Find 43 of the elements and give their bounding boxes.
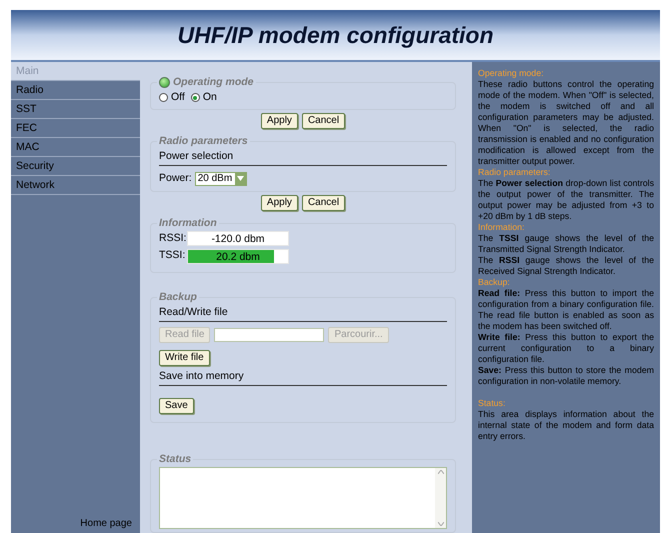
section-legend: Status [159, 452, 192, 466]
cancel-button[interactable]: Cancel [302, 112, 346, 129]
scrollbar[interactable] [435, 468, 446, 528]
mode-radio[interactable]: On [190, 90, 217, 106]
help-paragraph: The TSSI gauge shows the level of the Transmitted Signal Strength Indicator. [478, 233, 654, 255]
help-paragraph: These radio buttons control the operating mode of the modem. When "Off" is selected, the modem is switched off and all configuration parameters may be adjusted. When "On" is selected, the radio transmission is enabled and no configuration modification is allowed except from the transmitter output power. [478, 79, 654, 167]
help-paragraph: Read file: Press this button to import the configuration from a binary configuration file. The read file button is enabled as soon as the modem has been switched off. [478, 288, 654, 332]
gauge-label: RSSI: [159, 230, 185, 246]
help-paragraph: The RSSI gauge shows the level of the Received Signal Strength Indicator. [478, 255, 654, 277]
file-path-field[interactable] [214, 328, 324, 342]
section-legend: Radio parameters [159, 134, 248, 148]
section-heading: Save into memory [159, 368, 447, 386]
write-file-button[interactable]: Write file [159, 350, 210, 366]
page-title: UHF/IP modem configuration [177, 20, 494, 50]
apply-button[interactable]: Apply [260, 194, 298, 210]
help-heading: Backup: [478, 277, 511, 288]
cancel-button[interactable]: Cancel [302, 194, 346, 210]
gauge-label: TSSI: [159, 248, 185, 264]
chevron-down-icon [235, 172, 246, 185]
gauge-reading: -120.0 dbm [210, 232, 266, 245]
section-heading: Read/Write file [159, 304, 447, 322]
scroll-down-icon[interactable] [438, 522, 444, 526]
section-legend: Operating mode [173, 75, 254, 89]
help-paragraph: The Power selection drop-down list controls the output power of the transmitter. The output power may be adjusted from +3 to +20 dBm by 1 dB steps. [478, 178, 654, 222]
help-heading: Operating mode: [478, 68, 545, 79]
section-legend: Backup [159, 290, 197, 304]
help-heading: Information: [478, 222, 526, 233]
help-paragraph: This area displays information about the internal state of the modem and form data entry errors. [478, 409, 654, 442]
section-legend: Information [159, 216, 217, 230]
power-label: Power: [159, 170, 192, 186]
help-paragraph: Write file: Press this button to export the current configuration to a binary configuration file. [478, 332, 654, 365]
help-heading: Radio parameters: [478, 167, 552, 178]
help-heading: Status: [478, 398, 506, 409]
help-paragraph: Save: Press this button to store the modem configuration in non-volatile memory. [478, 365, 654, 387]
save-button[interactable]: Save [159, 398, 194, 414]
section-heading: Power selection [159, 148, 447, 166]
apply-button[interactable]: Apply [260, 112, 298, 129]
gauge-reading: 20.2 dbm [215, 250, 261, 263]
scroll-up-icon[interactable] [438, 470, 444, 474]
mode-radio[interactable]: Off [159, 90, 185, 106]
home-page-link[interactable]: Home page [80, 516, 132, 531]
status-area[interactable] [159, 467, 447, 529]
power-dropdown[interactable]: 20 dBm [194, 172, 248, 186]
